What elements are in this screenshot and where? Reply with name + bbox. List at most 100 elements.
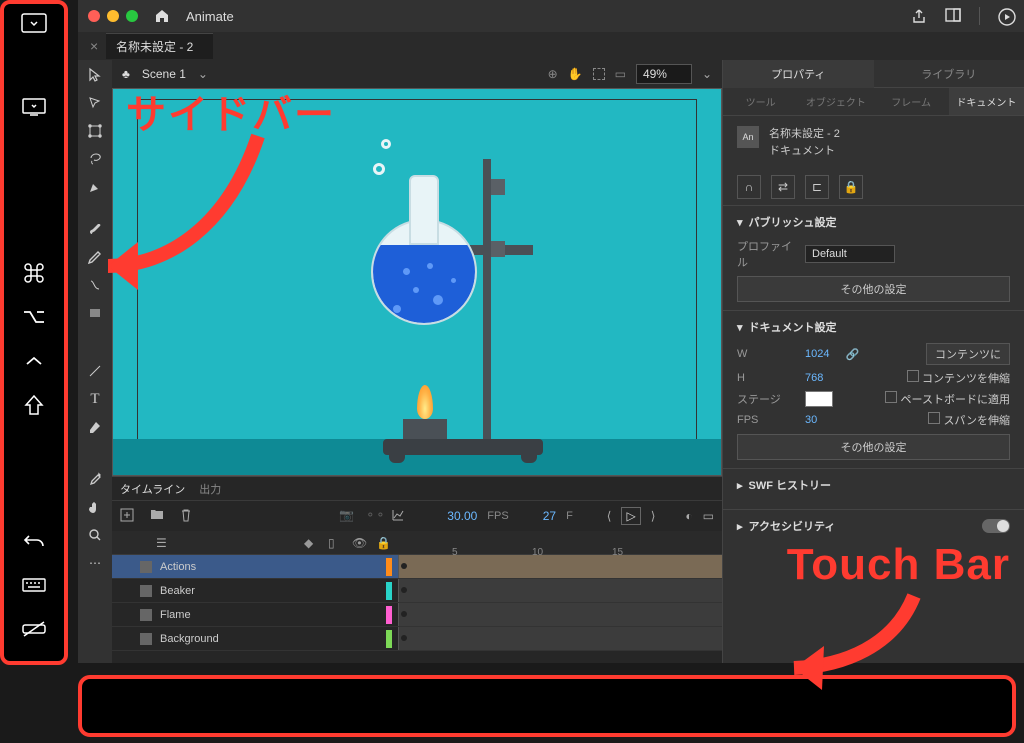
visibility-icon[interactable]: 👁 [352, 536, 366, 550]
touch-bar[interactable] [78, 675, 1016, 737]
rectangle-tool-icon[interactable] [86, 304, 104, 322]
sidebar-icon-command[interactable] [21, 262, 47, 284]
subtab-frame[interactable]: フレーム [874, 88, 949, 115]
stage-canvas[interactable] [112, 88, 722, 476]
layers-stack-icon[interactable]: ☰ [156, 536, 167, 550]
match-contents-button[interactable]: コンテンツに [926, 343, 1010, 365]
keyframe-icon[interactable] [401, 635, 407, 641]
link-wh-icon[interactable]: 🔗 [845, 348, 859, 361]
lock-doc-icon[interactable]: 🔒 [839, 175, 863, 199]
delete-layer-icon[interactable] [180, 508, 196, 524]
sidebar-icon-keyboard[interactable] [21, 574, 47, 596]
sidebar-icon-touchbar-disabled[interactable] [21, 618, 47, 640]
subtab-tool[interactable]: ツール [723, 88, 798, 115]
scene-menu-icon[interactable]: ♣ [122, 67, 130, 81]
workspace-icon[interactable] [945, 8, 961, 24]
chevron-down-icon[interactable]: ▾ [737, 216, 743, 229]
subtab-document[interactable]: ドキュメント [949, 88, 1024, 115]
zoom-chevron-icon[interactable]: ⌄ [702, 67, 712, 81]
chevron-down-icon[interactable]: ⌄ [198, 67, 208, 81]
rewind-icon[interactable]: ⟨ [607, 509, 612, 523]
onion-skin-icon[interactable]: ◐ [685, 509, 692, 523]
timeline-layer-row[interactable]: Flame [112, 603, 722, 627]
lock-icon[interactable]: 🔒 [376, 536, 390, 550]
keyframe-icon[interactable] [401, 587, 407, 593]
subselection-tool-icon[interactable] [86, 94, 104, 112]
tab-properties[interactable]: プロパティ [723, 60, 874, 88]
document-tab[interactable]: 名称未設定 - 2 [106, 33, 213, 59]
sidebar-icon-option[interactable] [21, 306, 47, 328]
accessibility-toggle[interactable] [982, 519, 1010, 533]
scale-contents-checkbox[interactable] [907, 370, 919, 382]
asset-warp-tool-icon[interactable] [86, 276, 104, 294]
width-value[interactable]: 1024 [805, 348, 829, 360]
text-tool-icon[interactable]: T [86, 390, 104, 408]
play-icon[interactable] [998, 8, 1014, 24]
layer-track[interactable] [398, 555, 722, 578]
close-window-button[interactable] [88, 10, 100, 22]
more-settings-button[interactable]: その他の設定 [737, 276, 1010, 302]
subtab-object[interactable]: オブジェクト [798, 88, 873, 115]
brush-tool-icon[interactable] [86, 220, 104, 238]
scale-span-checkbox[interactable] [928, 412, 940, 424]
sidebar-icon-screen-down[interactable] [21, 96, 47, 118]
layer-parenting-icon[interactable]: ⚬⚬ [365, 508, 381, 524]
camera-icon[interactable]: 📷 [339, 508, 355, 524]
tab-timeline[interactable]: タイムライン [120, 481, 185, 497]
pasteboard-checkbox[interactable] [885, 391, 897, 403]
sidebar-icon-window-down[interactable] [21, 12, 47, 34]
eraser-tool-icon[interactable] [86, 418, 104, 436]
more-settings-button-2[interactable]: その他の設定 [737, 434, 1010, 460]
snap-icon[interactable]: ∩ [737, 175, 761, 199]
fullscreen-window-button[interactable] [126, 10, 138, 22]
fps-value[interactable]: 30 [805, 414, 817, 426]
height-value[interactable]: 768 [805, 372, 823, 384]
keyframe-icon[interactable] [401, 563, 407, 569]
home-icon[interactable] [154, 8, 170, 24]
current-frame[interactable]: 27 [543, 509, 556, 523]
highlight-icon[interactable]: ◆ [304, 536, 318, 550]
layer-track[interactable] [398, 579, 722, 602]
stage-color-swatch[interactable] [805, 391, 833, 407]
ruler-icon[interactable]: ⊏ [805, 175, 829, 199]
pencil-tool-icon[interactable] [86, 248, 104, 266]
lasso-tool-icon[interactable] [86, 150, 104, 168]
sidebar-icon-undo[interactable] [21, 530, 47, 552]
layer-track[interactable] [398, 627, 722, 650]
timeline-layer-row[interactable]: Beaker [112, 579, 722, 603]
align-icon[interactable]: ⇄ [771, 175, 795, 199]
minimize-window-button[interactable] [107, 10, 119, 22]
rotate-stage-icon[interactable]: ✋ [568, 67, 583, 81]
share-icon[interactable] [911, 8, 927, 24]
line-tool-icon[interactable] [86, 362, 104, 380]
more-tools-icon[interactable]: ⋯ [86, 554, 104, 572]
pen-tool-icon[interactable] [86, 178, 104, 196]
chevron-right-icon[interactable]: ▸ [737, 520, 743, 533]
fps-value[interactable]: 30.00 [447, 509, 477, 523]
keyframe-icon[interactable] [401, 611, 407, 617]
timeline-layer-row[interactable]: Actions [112, 555, 722, 579]
selection-tool-icon[interactable] [86, 66, 104, 84]
sidebar-icon-control[interactable] [21, 350, 47, 372]
chevron-down-icon[interactable]: ▾ [737, 321, 743, 334]
layer-track[interactable] [398, 603, 722, 626]
play-timeline-icon[interactable]: ▷ [621, 507, 640, 525]
tab-library[interactable]: ライブラリ [874, 60, 1024, 88]
insert-frames-icon[interactable]: ▭ [703, 509, 714, 523]
forward-icon[interactable]: ⟩ [651, 509, 656, 523]
timeline-layer-row[interactable]: Background [112, 627, 722, 651]
free-transform-tool-icon[interactable] [86, 122, 104, 140]
hand-tool-icon[interactable] [86, 498, 104, 516]
chevron-right-icon[interactable]: ▸ [737, 479, 743, 492]
eyedropper-tool-icon[interactable] [86, 470, 104, 488]
tab-output[interactable]: 出力 [199, 481, 221, 497]
fit-stage-icon[interactable]: ▭ [615, 67, 626, 81]
zoom-tool-icon[interactable] [86, 526, 104, 544]
new-folder-icon[interactable] [150, 508, 166, 524]
center-stage-icon[interactable]: ⊕ [548, 67, 558, 81]
sidebar-icon-shift[interactable] [21, 394, 47, 416]
graph-icon[interactable] [391, 508, 407, 524]
scene-name[interactable]: Scene 1 [142, 67, 186, 81]
profile-field[interactable] [805, 245, 895, 263]
zoom-input[interactable] [636, 64, 692, 84]
